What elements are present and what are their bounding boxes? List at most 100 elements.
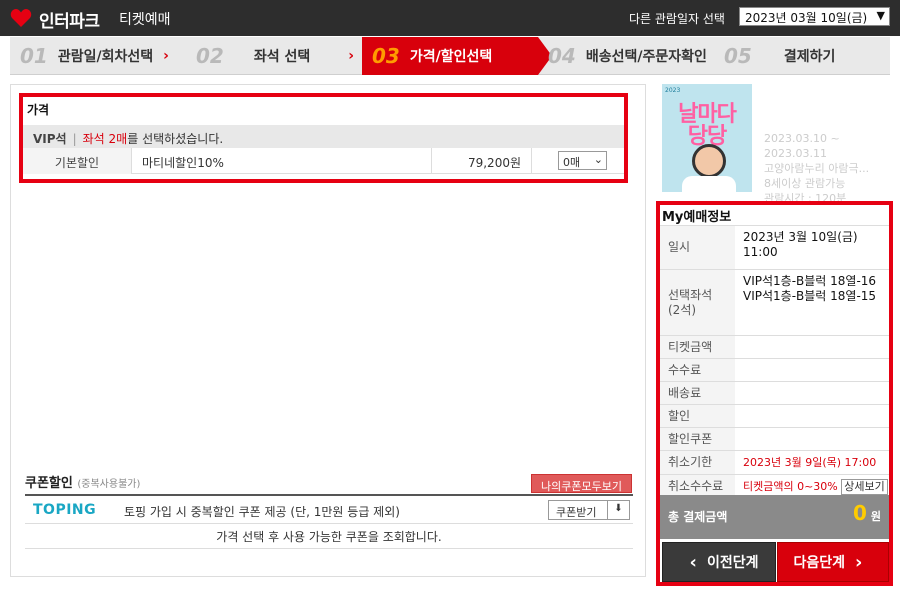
chevron-down-icon: ▼ (876, 9, 885, 22)
coupon-title-text: 쿠폰할인 (25, 476, 73, 491)
info-label: 선택좌석 (2석) (660, 270, 735, 335)
step-label: 관람일/회차선택 (57, 49, 154, 65)
step-number: 05 (724, 44, 752, 68)
date-select[interactable]: 2023년 03월 10일(금) ▼ (739, 7, 890, 26)
chevron-right-icon: › (163, 48, 169, 64)
view-all-coupons-button[interactable]: 나의쿠폰모두보기 (531, 474, 632, 493)
discount-row: 기본할인 마티네할인10% 79,200원 0매 ⌄ (23, 148, 624, 174)
step-5[interactable]: 05 결제하기 (724, 37, 884, 75)
step-number: 01 (20, 44, 48, 68)
info-row-fee: 수수료 (660, 358, 889, 381)
info-value (735, 382, 889, 404)
discount-type: 기본할인 (23, 148, 131, 174)
toping-logo: TOPING (33, 502, 97, 518)
info-label: 수수료 (660, 359, 735, 381)
info-row-delivery: 배송료 (660, 381, 889, 404)
poster-face (692, 144, 726, 178)
info-label: 일시 (660, 226, 735, 269)
discount-price: 79,200원 (431, 148, 531, 174)
info-row-seats: 선택좌석 (2석) VIP석1층-B블럭 18열-16 VIP석1층-B블럭 1… (660, 269, 889, 335)
my-booking-title: My예매정보 (662, 210, 732, 225)
show-runtime: 관람시간 : 120분 (764, 192, 847, 201)
seat-grade: VIP석 (33, 132, 67, 146)
brand-name: 인터파크 (39, 12, 100, 32)
step-1[interactable]: 01 관람일/회차선택 › (20, 37, 190, 75)
price-discount-panel: 가격 VIP석 | 좌석 2매를 선택하셨습니다. 기본할인 마티네할인10% 79… (10, 84, 646, 577)
divider (25, 548, 633, 549)
get-coupon-button[interactable]: 쿠폰받기 ⬇ (548, 500, 630, 520)
selected-seat-text: 를 선택하셨습니다. (127, 132, 224, 146)
price-section: 가격 VIP석 | 좌석 2매를 선택하셨습니다. 기본할인 마티네할인10% 79… (19, 93, 628, 183)
info-value: 2023년 3월 10일(금) 11:00 (743, 230, 858, 259)
prev-step-button[interactable]: ‹ 이전단계 (662, 542, 776, 582)
info-row-cancel-deadline: 취소기한 2023년 3월 9일(목) 17:00 (660, 450, 889, 474)
step-number: 02 (196, 44, 224, 68)
poster-caption: 2023 (665, 87, 681, 94)
quantity-cell: 0매 ⌄ (531, 148, 624, 174)
info-label: 할인쿠폰 (660, 428, 735, 450)
info-row-ticket-price: 티켓금액 (660, 335, 889, 358)
step-4[interactable]: 04 배송선택/주문자확인 (548, 37, 718, 75)
step-number: 04 (548, 44, 576, 68)
total-unit: 원 (870, 510, 881, 523)
booking-info-table: 일시 2023년 3월 10일(금) 11:00 선택좌석 (2석) VIP석1… (660, 225, 889, 498)
info-value (735, 359, 889, 381)
step-number: 03 (372, 44, 400, 68)
step-label: 좌석 선택 (253, 49, 311, 65)
step-2[interactable]: 02 좌석 선택 › (196, 37, 356, 75)
total-amount: 0원 (853, 501, 881, 525)
seat-grade-row: VIP석 | 좌석 2매를 선택하셨습니다. (23, 125, 624, 148)
show-title: 2023 오은영의 더할나위없이 [ 날마다 당당 (764, 89, 884, 120)
show-venue: 고양아람누리 아람극... (764, 162, 870, 175)
top-bar: 인터파크 티켓예매 다른 관람일자 선택 2023년 03월 10일(금) ▼ (0, 0, 900, 36)
info-value (735, 336, 889, 358)
get-coupon-label: 쿠폰받기 (556, 506, 597, 519)
coupon-title: 쿠폰할인 (중복사용불가) (25, 472, 140, 491)
info-value (735, 428, 889, 450)
coupon-offer-text: 토핑 가입 시 중복할인 쿠폰 제공 (단, 1만원 등급 제외) (124, 505, 400, 519)
info-label: 티켓금액 (660, 336, 735, 358)
next-step-button[interactable]: 다음단계 › (777, 542, 889, 582)
total-value: 0 (852, 501, 867, 525)
chevron-right-icon: › (855, 551, 863, 573)
poster-body (682, 176, 736, 192)
info-value: VIP석1층-B블럭 18열-16 VIP석1층-B블럭 18열-15 (743, 274, 877, 303)
info-label: 배송료 (660, 382, 735, 404)
total-payment-row: 총 결제금액 0원 (660, 495, 889, 539)
step-3[interactable]: 03 가격/할인선택 (362, 37, 552, 75)
info-label: 할인 (660, 405, 735, 427)
download-icon: ⬇ (607, 501, 629, 519)
step-label: 배송선택/주문자확인 (585, 49, 707, 65)
show-meta: 2023.03.10 ~ 2023.03.11 고양아람누리 아람극... 8세… (764, 131, 888, 201)
other-date-label: 다른 관람일자 선택 (629, 12, 725, 26)
chevron-left-icon: ‹ (689, 551, 697, 573)
quantity-value: 0매 (563, 156, 581, 169)
chevron-right-icon: › (348, 48, 355, 64)
date-select-value: 2023년 03월 10일(금) (745, 11, 868, 25)
coupon-row: TOPING 토핑 가입 시 중복할인 쿠폰 제공 (단, 1만원 등급 제외)… (25, 496, 633, 524)
poster-title-art: 날마다 당당 (678, 102, 737, 149)
discount-name: 마티네할인10% (131, 148, 431, 174)
my-booking-info: My예매정보 일시 2023년 3월 10일(금) 11:00 선택좌석 (2석… (656, 201, 893, 586)
brand-subtitle: 티켓예매 (119, 12, 171, 28)
show-dates: 2023.03.10 ~ 2023.03.11 (764, 132, 840, 160)
next-step-label: 다음단계 (793, 555, 846, 571)
show-age: 8세이상 관람가능 (764, 177, 846, 190)
price-title: 가격 (27, 103, 50, 117)
selected-seat-count: 좌석 2매 (82, 132, 128, 146)
show-poster[interactable]: 2023 날마다 당당 (662, 84, 752, 192)
detail-button[interactable]: 상세보기 (841, 479, 888, 495)
chevron-down-icon: ⌄ (593, 153, 603, 166)
info-row-discount: 할인 (660, 404, 889, 427)
divider: | (72, 132, 77, 146)
step-label: 가격/할인선택 (409, 49, 493, 65)
coupon-note: 가격 선택 후 사용 가능한 쿠폰을 조회합니다. (216, 530, 442, 544)
cancel-fee-text: 티켓금액의 0~30% (743, 480, 838, 493)
heart-logo-icon (10, 9, 32, 27)
step-bar: 01 관람일/회차선택 › 02 좌석 선택 › 03 가격/할인선택 04 배… (10, 37, 890, 75)
prev-step-label: 이전단계 (706, 555, 759, 571)
coupon-title-note: (중복사용불가) (77, 479, 141, 490)
quantity-select[interactable]: 0매 ⌄ (558, 151, 607, 170)
info-value: 2023년 3월 9일(목) 17:00 (743, 456, 877, 469)
step-label: 결제하기 (783, 49, 836, 65)
